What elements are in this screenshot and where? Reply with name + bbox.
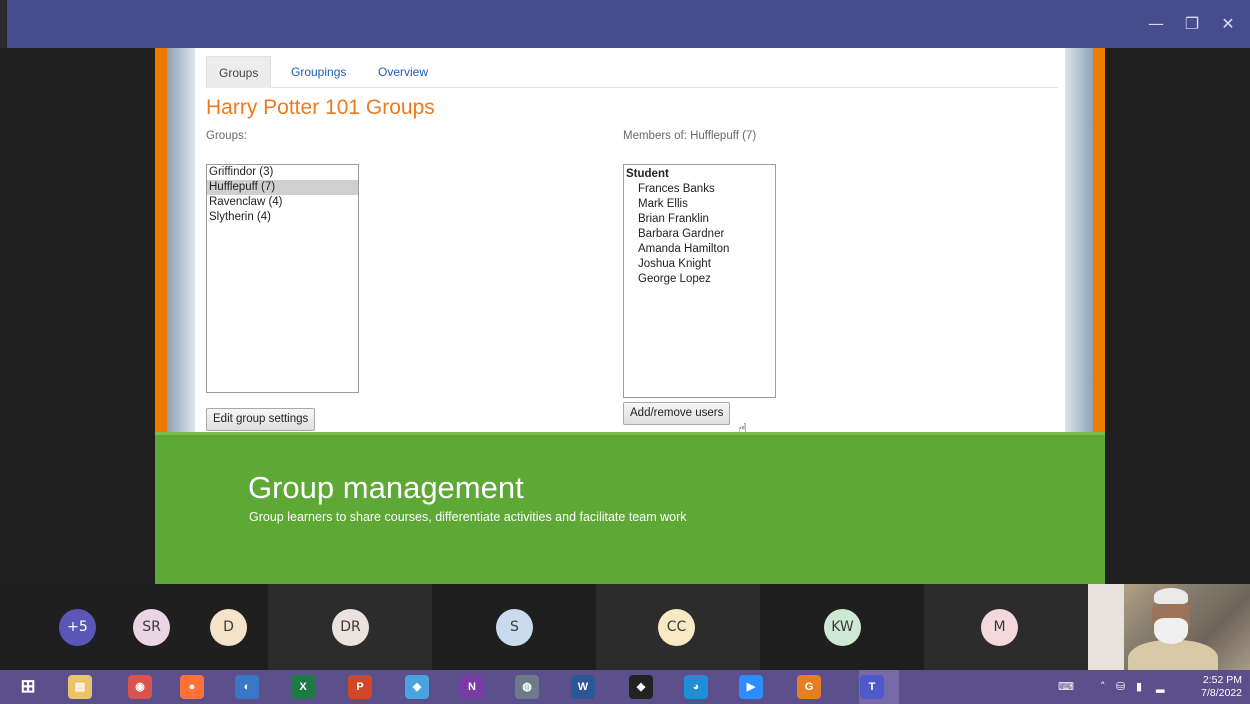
slide-gradient-right <box>1065 48 1093 432</box>
member-item[interactable]: Joshua Knight <box>624 257 775 272</box>
slide-caption-band <box>155 432 1105 584</box>
edit-group-settings-button[interactable]: Edit group settings <box>206 408 316 431</box>
participant-avatar: KW <box>824 609 861 646</box>
tab-groupings[interactable]: Groupings <box>279 56 358 88</box>
firefox-icon[interactable]: ● <box>180 675 204 699</box>
participant-avatar: CC <box>658 609 695 646</box>
group-option[interactable]: Ravenclaw (4) <box>207 195 358 210</box>
video-person-beard <box>1154 618 1188 644</box>
slide-subtitle: Group learners to share courses, differe… <box>249 510 687 524</box>
powerpoint-icon[interactable]: P <box>348 675 372 699</box>
participant-avatar: DR <box>332 609 369 646</box>
keyboard-icon[interactable]: ⌨ <box>1058 680 1074 693</box>
groups-listbox[interactable]: Griffindor (3) Hufflepuff (7) Ravenclaw … <box>206 164 359 393</box>
members-label: Members of: Hufflepuff (7) <box>623 130 757 142</box>
title-bar-edge <box>0 0 7 48</box>
clock-date: 7/8/2022 <box>1201 687 1242 699</box>
participant-tile-group: +5 SR D <box>0 584 268 670</box>
group-tabs: Groups Groupings Overview <box>206 56 1058 88</box>
shared-screen-stage: Groups Groupings Overview Harry Potter 1… <box>0 48 1250 584</box>
slide-border-left <box>155 48 167 432</box>
browser-icon[interactable]: ◍ <box>515 675 539 699</box>
teams-icon[interactable]: T <box>860 675 884 699</box>
participants-strip: +5 SR D DR S CC KW M <box>0 584 1250 670</box>
participant-tile[interactable]: CC <box>596 584 760 670</box>
participant-tile[interactable]: S <box>432 584 596 670</box>
slide-border-right <box>1093 48 1105 432</box>
group-option-selected[interactable]: Hufflepuff (7) <box>207 180 358 195</box>
media-player-icon[interactable]: ◐ <box>235 675 259 699</box>
word-icon[interactable]: W <box>571 675 595 699</box>
video-background <box>1088 584 1124 670</box>
pdf-icon[interactable]: G <box>797 675 821 699</box>
signal-icon[interactable]: ▂ <box>1156 680 1164 693</box>
member-item[interactable]: Brian Franklin <box>624 212 775 227</box>
member-item[interactable]: Amanda Hamilton <box>624 242 775 257</box>
windows-taskbar: ⊞ ▤ ◉ ● ◐ X P ◆ N ◍ W ◆ ◕ ▶ G T ⌨ ˄ ⛁ ▮ ▂ 2:52 PM 7/8/… <box>0 670 1250 704</box>
member-item[interactable]: Mark Ellis <box>624 197 775 212</box>
self-video-preview[interactable] <box>1088 584 1250 670</box>
clock-time: 2:52 PM <box>1202 674 1242 686</box>
file-explorer-icon[interactable]: ▤ <box>68 675 92 699</box>
onenote-icon[interactable]: N <box>460 675 484 699</box>
add-remove-users-button[interactable]: Add/remove users <box>623 402 731 425</box>
page-title: Harry Potter 101 Groups <box>206 96 435 119</box>
close-button[interactable]: ✕ <box>1216 12 1240 36</box>
video-person-hair <box>1154 588 1188 604</box>
member-item[interactable]: Barbara Gardner <box>624 227 775 242</box>
member-item[interactable]: Frances Banks <box>624 182 775 197</box>
chrome-icon[interactable]: ◉ <box>128 675 152 699</box>
edge-icon[interactable]: ◕ <box>684 675 708 699</box>
network-icon[interactable]: ⛁ <box>1116 680 1125 693</box>
slide-gradient-left <box>167 48 195 432</box>
participant-avatar: M <box>981 609 1018 646</box>
excel-icon[interactable]: X <box>291 675 315 699</box>
groups-label: Groups: <box>206 130 247 142</box>
participant-avatar[interactable]: SR <box>133 609 170 646</box>
participant-tile[interactable]: DR <box>268 584 432 670</box>
member-role-heading: Student <box>626 168 669 180</box>
moodle-screenshot: Groups Groupings Overview Harry Potter 1… <box>195 48 1065 438</box>
participant-tile[interactable]: KW <box>760 584 924 670</box>
presentation-slide: Groups Groupings Overview Harry Potter 1… <box>155 48 1105 584</box>
window-title-bar: — ❐ ✕ <box>0 0 1250 48</box>
volume-icon[interactable]: ▮ <box>1136 680 1142 693</box>
minimize-button[interactable]: — <box>1144 12 1168 36</box>
participant-tile[interactable]: M <box>924 584 1088 670</box>
member-item[interactable]: George Lopez <box>624 272 775 287</box>
participant-avatar[interactable]: D <box>210 609 247 646</box>
tray-chevron-icon[interactable]: ˄ <box>1100 680 1106 693</box>
group-option[interactable]: Slytherin (4) <box>207 210 358 225</box>
system-clock[interactable]: 2:52 PM 7/8/2022 <box>1201 674 1242 700</box>
caption-band-divider <box>155 432 1105 435</box>
notes-icon[interactable]: ◆ <box>405 675 429 699</box>
group-option[interactable]: Griffindor (3) <box>207 165 358 180</box>
more-participants-avatar[interactable]: +5 <box>59 609 96 646</box>
video-person-body <box>1128 640 1218 670</box>
inkscape-icon[interactable]: ◆ <box>629 675 653 699</box>
participant-avatar: S <box>496 609 533 646</box>
zoom-icon[interactable]: ▶ <box>739 675 763 699</box>
tab-overview[interactable]: Overview <box>366 56 440 88</box>
windows-start-icon[interactable]: ⊞ <box>16 675 40 699</box>
slide-title: Group management <box>248 470 524 505</box>
members-listbox[interactable]: Student Frances Banks Mark Ellis Brian F… <box>623 164 776 398</box>
maximize-button[interactable]: ❐ <box>1180 12 1204 36</box>
tab-groups[interactable]: Groups <box>206 56 272 88</box>
